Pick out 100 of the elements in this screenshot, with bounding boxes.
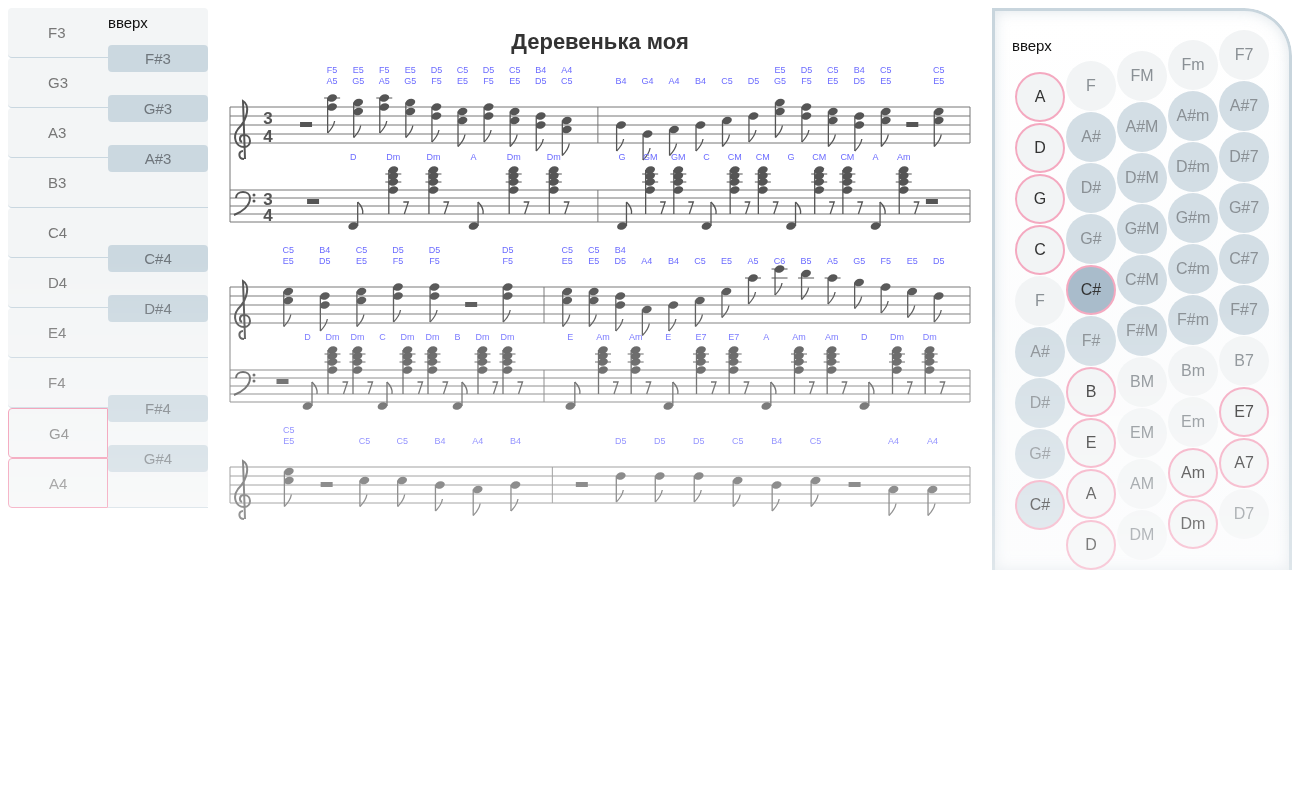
chord-button[interactable]: C# bbox=[1015, 480, 1065, 530]
note-chord bbox=[349, 346, 374, 395]
note-label: D5 bbox=[430, 65, 443, 75]
chord-button[interactable]: D bbox=[1066, 520, 1116, 570]
sharp-key[interactable]: F#3 bbox=[108, 45, 208, 72]
chord-button[interactable]: FM bbox=[1117, 51, 1167, 101]
chord-button[interactable]: C# bbox=[1066, 265, 1116, 315]
note-chord bbox=[472, 485, 483, 517]
natural-key[interactable]: G3 bbox=[8, 58, 108, 108]
bass-clef-icon bbox=[233, 191, 256, 216]
chord-label: Dm bbox=[400, 332, 415, 342]
note-chord bbox=[405, 98, 416, 139]
time-signature-number: 3 bbox=[263, 109, 273, 128]
bass-note bbox=[786, 201, 802, 230]
note-chord bbox=[797, 269, 815, 301]
bass-note bbox=[870, 201, 886, 230]
sharp-key[interactable]: F#4 bbox=[108, 395, 208, 422]
chord-button[interactable]: F bbox=[1015, 276, 1065, 326]
chord-button[interactable]: G#m bbox=[1168, 193, 1218, 243]
note-chord bbox=[824, 274, 842, 305]
note-chord bbox=[505, 166, 530, 215]
note-label: E5 bbox=[355, 256, 367, 266]
chord-button[interactable]: G#M bbox=[1117, 204, 1167, 254]
chord-button[interactable]: B7 bbox=[1219, 336, 1269, 386]
chord-button[interactable]: C bbox=[1015, 225, 1065, 275]
chord-button[interactable]: BM bbox=[1117, 357, 1167, 407]
sharp-key[interactable]: C#4 bbox=[108, 245, 208, 272]
chord-button[interactable]: F#m bbox=[1168, 295, 1218, 345]
chord-button[interactable]: AM bbox=[1117, 459, 1167, 509]
note-label: A5 bbox=[827, 256, 839, 266]
natural-key[interactable]: A4 bbox=[8, 458, 108, 508]
note-label: F5 bbox=[431, 76, 442, 86]
note-label: C5 bbox=[588, 245, 600, 255]
note-chord bbox=[429, 283, 440, 323]
chord-label: CM bbox=[727, 152, 742, 162]
sharp-key[interactable]: G#4 bbox=[108, 445, 208, 472]
chord-button[interactable]: DM bbox=[1117, 510, 1167, 560]
chord-button[interactable]: C#m bbox=[1168, 244, 1218, 294]
chord-button[interactable]: A bbox=[1066, 469, 1116, 519]
chord-button[interactable]: E7 bbox=[1219, 387, 1269, 437]
chord-button[interactable]: D# bbox=[1066, 163, 1116, 213]
natural-key[interactable]: E4 bbox=[8, 308, 108, 358]
chord-button[interactable]: D bbox=[1015, 123, 1065, 173]
chord-button[interactable]: A7 bbox=[1219, 438, 1269, 488]
sharp-key[interactable]: G#3 bbox=[108, 95, 208, 122]
sharp-key[interactable]: D#4 bbox=[108, 295, 208, 322]
chord-button[interactable]: A#7 bbox=[1219, 81, 1269, 131]
sharp-key[interactable]: A#3 bbox=[108, 145, 208, 172]
chord-button[interactable]: A# bbox=[1015, 327, 1065, 377]
note-label: C5 bbox=[721, 76, 733, 86]
chord-button[interactable]: A#M bbox=[1117, 102, 1167, 152]
chord-button[interactable]: A bbox=[1015, 72, 1065, 122]
chord-button[interactable]: F7 bbox=[1219, 30, 1269, 80]
chord-button[interactable]: EM bbox=[1117, 408, 1167, 458]
chord-button[interactable]: C#M bbox=[1117, 255, 1167, 305]
chord-button[interactable]: Dm bbox=[1168, 499, 1218, 549]
chord-button[interactable]: G#7 bbox=[1219, 183, 1269, 233]
chord-button[interactable]: B bbox=[1066, 367, 1116, 417]
chord-button[interactable]: F# bbox=[1066, 316, 1116, 366]
natural-key[interactable]: G4 bbox=[8, 408, 108, 458]
chord-button[interactable]: D7 bbox=[1219, 489, 1269, 539]
note-chord bbox=[359, 476, 370, 508]
bass-note bbox=[565, 381, 581, 410]
natural-key[interactable]: C4 bbox=[8, 208, 108, 258]
note-label: C5 bbox=[809, 436, 822, 446]
note-label: C5 bbox=[561, 76, 573, 86]
chord-button[interactable]: A#m bbox=[1168, 91, 1218, 141]
chord-button[interactable]: G# bbox=[1066, 214, 1116, 264]
song-title: Деревенька моя bbox=[510, 28, 690, 56]
natural-key[interactable]: A3 bbox=[8, 108, 108, 158]
chord-button[interactable]: Am bbox=[1168, 448, 1218, 498]
natural-key[interactable]: B3 bbox=[8, 158, 108, 208]
natural-key[interactable]: D4 bbox=[8, 258, 108, 308]
note-label: A5 bbox=[747, 256, 759, 266]
chord-button[interactable]: A# bbox=[1066, 112, 1116, 162]
chord-button[interactable]: Em bbox=[1168, 397, 1218, 447]
chord-button[interactable]: F#M bbox=[1117, 306, 1167, 356]
chord-button[interactable]: D#m bbox=[1168, 142, 1218, 192]
chord-button[interactable]: D#7 bbox=[1219, 132, 1269, 182]
note-label: C5 bbox=[456, 65, 469, 75]
chord-button[interactable]: Bm bbox=[1168, 346, 1218, 396]
chord-button[interactable]: D#M bbox=[1117, 153, 1167, 203]
chord-button[interactable]: G bbox=[1015, 174, 1065, 224]
note-label: E5 bbox=[282, 256, 294, 266]
chord-label: A bbox=[470, 152, 477, 162]
natural-key[interactable]: F3 bbox=[8, 8, 108, 58]
note-label: E5 bbox=[352, 65, 364, 75]
natural-key[interactable]: F4 bbox=[8, 358, 108, 408]
note-chord bbox=[754, 166, 779, 215]
note-label: C5 bbox=[358, 436, 371, 446]
chord-button[interactable]: F bbox=[1066, 61, 1116, 111]
chord-button[interactable]: C#7 bbox=[1219, 234, 1269, 284]
chord-label: Dm bbox=[500, 332, 515, 342]
treble-clef-icon bbox=[234, 280, 251, 340]
chord-button[interactable]: D# bbox=[1015, 378, 1065, 428]
chord-button[interactable]: E bbox=[1066, 418, 1116, 468]
chord-button[interactable]: F#7 bbox=[1219, 285, 1269, 335]
chord-button[interactable]: Fm bbox=[1168, 40, 1218, 90]
chord-button[interactable]: G# bbox=[1015, 429, 1065, 479]
note-label: B4 bbox=[509, 436, 521, 446]
